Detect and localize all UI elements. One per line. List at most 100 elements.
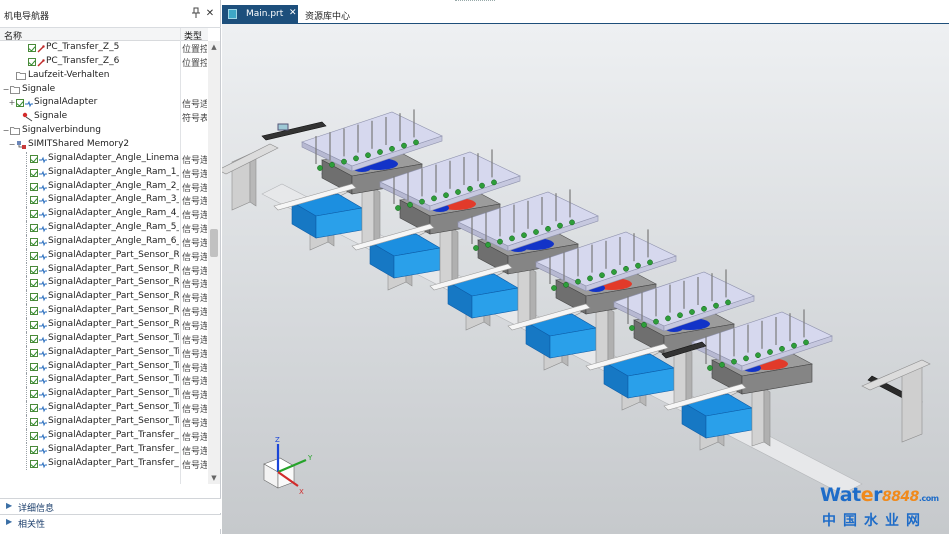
checkbox-icon[interactable]	[30, 376, 38, 385]
navigator-title: 机电导航器	[4, 12, 50, 22]
checkbox-icon[interactable]	[28, 57, 36, 66]
tree-row[interactable]: SignalAdapter_Part_Sensor_Tran...信号连	[0, 387, 208, 401]
tree-row[interactable]: SignalAdapter_Part_Sensor_Tran...信号连	[0, 414, 208, 429]
tree-row[interactable]: SignalAdapter_Part_Sensor_Ra...信号连	[0, 290, 208, 304]
tree-row[interactable]: Laufzeit-Verhalten	[0, 69, 208, 83]
tree-row[interactable]: SignalAdapter_Part_Transfer_Pic...信号连	[0, 456, 208, 471]
checkbox-icon[interactable]	[30, 279, 38, 288]
scrollbar-thumb[interactable]	[210, 229, 218, 257]
sensor	[803, 339, 809, 346]
checkbox-icon[interactable]	[30, 168, 38, 177]
checkbox-icon[interactable]	[30, 251, 38, 260]
tree-row[interactable]: SignalAdapter_Angle_Ram_6_A...信号连	[0, 234, 208, 249]
tree-row-label: Signale	[22, 83, 56, 94]
tree-row[interactable]: − Signale	[0, 83, 208, 97]
navigator-tree: PC_Transfer_Z_5 位置控 PC_Transfer_Z_6 位置控 Lauf…	[0, 41, 208, 484]
tree-row[interactable]: − Signalverbindung	[0, 124, 208, 138]
tree-row[interactable]: SignalAdapter_Part_Sensor_Tran...信号连	[0, 345, 208, 360]
checkbox-icon[interactable]	[30, 459, 38, 468]
tree-row[interactable]: SignalAdapter_Part_Transfer_Pic...信号连	[0, 442, 208, 457]
tree-row[interactable]: SignalAdapter_Part_Sensor_Tran...信号连	[0, 331, 208, 346]
tree-row-type: 符号表	[182, 114, 207, 125]
tab-main-prt[interactable]: Main.prt ✕	[222, 5, 298, 24]
checkbox-icon[interactable]	[30, 182, 38, 191]
tree-guide-line	[26, 276, 27, 291]
tab-resource-center[interactable]: 资源库中心	[300, 5, 362, 24]
tree-row[interactable]: SignalAdapter_Part_Transfer_Pic...信号连	[0, 428, 208, 443]
signal-type-icon	[39, 211, 47, 219]
tab-close-button[interactable]: ✕	[289, 8, 297, 18]
expand-icon[interactable]: +	[8, 98, 16, 108]
tree-row[interactable]: SignalAdapter_Part_Sensor_Ra...信号连	[0, 276, 208, 290]
tree-row[interactable]: SignalAdapter_Angle_Ram_5_A...信号连	[0, 221, 208, 235]
tree-row[interactable]: SignalAdapter_Part_Sensor_Ra...信号连	[0, 304, 208, 318]
collapse-icon[interactable]: −	[2, 85, 10, 95]
tree-guide-line	[26, 456, 27, 471]
collapse-icon[interactable]: −	[2, 126, 10, 136]
tree-row[interactable]: − SIMITShared Memory2	[0, 138, 208, 152]
tree-row-label: SignalAdapter	[34, 97, 98, 108]
scroll-up-icon[interactable]: ▲	[208, 41, 220, 53]
sensor	[599, 272, 605, 279]
tree-guide-line	[26, 290, 27, 305]
press-line-model[interactable]: Z Y X	[222, 24, 949, 534]
scroll-down-icon[interactable]: ▼	[208, 472, 220, 484]
signal-type-icon	[39, 197, 47, 205]
checkbox-icon[interactable]	[30, 321, 38, 329]
window-grip[interactable]	[455, 0, 495, 3]
checkbox-icon[interactable]	[30, 348, 38, 357]
checkbox-icon[interactable]	[30, 265, 38, 274]
tree-row-type: 信号连	[182, 432, 207, 443]
pin-icon[interactable]	[190, 7, 202, 21]
checkbox-icon[interactable]	[30, 307, 38, 316]
close-panel-button[interactable]: ✕	[204, 7, 216, 21]
checkbox-icon[interactable]	[30, 445, 38, 454]
tree-row[interactable]: SignalAdapter_Angle_Ram_4_A...信号连	[0, 207, 208, 221]
checkbox-icon[interactable]	[30, 293, 38, 302]
tree-row[interactable]: PC_Transfer_Z_5 位置控	[0, 41, 208, 55]
tree-row-type: 信号连	[182, 211, 207, 222]
tree-row-type: 位置控	[182, 45, 207, 55]
tree-row[interactable]: SignalAdapter_Angle_Ram_2_A...信号连	[0, 179, 208, 194]
tree-row[interactable]: SignalAdapter_Part_Sensor_Tran...信号连	[0, 373, 208, 387]
checkbox-icon[interactable]	[30, 390, 38, 399]
check-signal-icon	[30, 431, 48, 441]
checkbox-icon[interactable]	[30, 431, 38, 440]
3d-viewport[interactable]: Z Y X	[222, 24, 949, 534]
tree-row[interactable]: SignalAdapter_Part_Sensor_Ra...信号连	[0, 318, 208, 332]
check-position-icon	[28, 57, 46, 67]
checkbox-icon[interactable]	[16, 99, 24, 108]
tree-row-type: 信号连	[182, 460, 207, 471]
checkbox-icon[interactable]	[30, 154, 38, 163]
tree-row[interactable]: SignalAdapter_Part_Sensor_Ra...信号连	[0, 248, 208, 263]
check-signal-icon	[30, 168, 48, 178]
vertical-scrollbar[interactable]: ▲ ▼	[208, 41, 220, 484]
checkbox-icon[interactable]	[30, 196, 38, 205]
check-signal-icon	[30, 362, 48, 372]
tree-row[interactable]: SignalAdapter_Angle_Ram_1_A...信号连	[0, 165, 208, 180]
tree-row[interactable]: SignalAdapter_Angle_Linemaste...信号连	[0, 151, 208, 166]
tree-row[interactable]: SignalAdapter_Part_Sensor_Tran...信号连	[0, 401, 208, 415]
tree-row-label: SignalAdapter_Part_Transfer_Pic...	[48, 429, 179, 440]
tree-row[interactable]: SignalAdapter_Angle_Ram_3_A...信号连	[0, 193, 208, 207]
check-signal-icon	[30, 417, 48, 427]
tree-row[interactable]: + SignalAdapter 信号适	[0, 96, 208, 110]
checkbox-icon[interactable]	[30, 417, 38, 426]
section-details[interactable]: ▶ 详细信息	[0, 498, 221, 514]
tree-row[interactable]: SignalAdapter_Part_Sensor_Ra...信号连	[0, 262, 208, 277]
checkbox-icon[interactable]	[30, 334, 38, 343]
checkbox-icon[interactable]	[30, 404, 38, 413]
checkbox-icon[interactable]	[30, 362, 38, 371]
tree-guide-line	[26, 414, 27, 429]
tree-row-type: 信号连	[182, 238, 207, 249]
tree-row[interactable]: PC_Transfer_Z_6 位置控	[0, 55, 208, 69]
section-dependencies[interactable]: ▶ 相关性	[0, 514, 221, 530]
watermark-number: 8848	[881, 489, 919, 505]
tree-row[interactable]: SignalAdapter_Part_Sensor_Tran...信号连	[0, 359, 208, 374]
checkbox-icon[interactable]	[30, 224, 38, 233]
checkbox-icon[interactable]	[30, 210, 38, 219]
checkbox-icon[interactable]	[30, 237, 38, 246]
collapse-icon[interactable]: −	[8, 140, 16, 150]
tree-row[interactable]: Signale 符号表	[0, 110, 208, 124]
checkbox-icon[interactable]	[28, 44, 36, 52]
